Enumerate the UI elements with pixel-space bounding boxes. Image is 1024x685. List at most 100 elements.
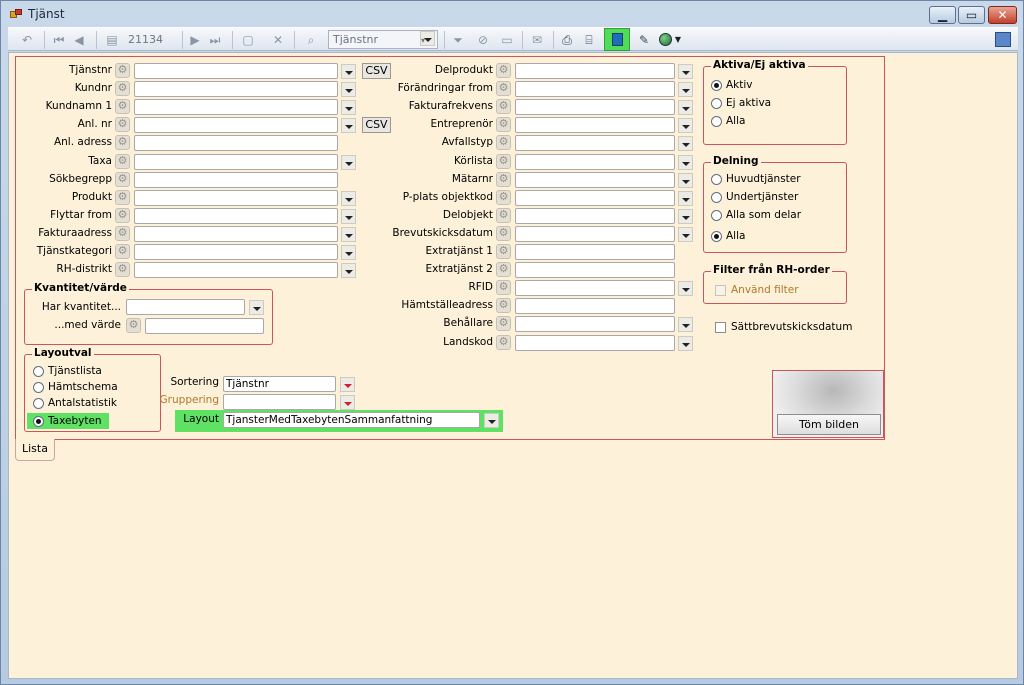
- chevron-down-icon[interactable]: [341, 191, 356, 206]
- clear-filter-icon[interactable]: ⊘: [474, 31, 492, 49]
- field-input[interactable]: [515, 154, 675, 170]
- gear-icon[interactable]: [115, 99, 130, 114]
- gear-icon[interactable]: [496, 244, 511, 259]
- print-icon[interactable]: ⎙: [559, 31, 575, 49]
- export-button[interactable]: [604, 28, 630, 51]
- gear-icon[interactable]: [496, 63, 511, 78]
- radio-button[interactable]: [711, 210, 722, 221]
- gear-icon[interactable]: [126, 318, 141, 333]
- filter-icon[interactable]: ⏷: [448, 31, 468, 49]
- field-input[interactable]: [515, 280, 675, 296]
- chevron-down-icon[interactable]: [678, 82, 693, 97]
- gear-icon[interactable]: [496, 99, 511, 114]
- gear-icon[interactable]: [496, 316, 511, 331]
- gear-icon[interactable]: [496, 208, 511, 223]
- field-input[interactable]: [515, 117, 675, 133]
- field-input[interactable]: [134, 99, 338, 115]
- field-input[interactable]: [515, 316, 675, 332]
- print-preview-icon[interactable]: ⌸: [581, 31, 597, 49]
- gear-icon[interactable]: [115, 154, 130, 169]
- gear-icon[interactable]: [115, 81, 130, 96]
- clear-image-button[interactable]: Töm bilden: [777, 414, 881, 435]
- gear-icon[interactable]: [115, 117, 130, 132]
- field-input[interactable]: [515, 63, 675, 79]
- tab-lista[interactable]: Lista: [15, 439, 55, 461]
- field-input[interactable]: [515, 99, 675, 115]
- chevron-down-icon[interactable]: [341, 209, 356, 224]
- field-input[interactable]: [134, 63, 338, 79]
- field-input[interactable]: [515, 298, 675, 314]
- radio-button[interactable]: [711, 174, 722, 185]
- anvand-filter-checkbox[interactable]: [715, 285, 726, 296]
- gruppering-dropdown[interactable]: [340, 395, 355, 410]
- chevron-down-icon[interactable]: [341, 100, 356, 115]
- field-input[interactable]: [515, 262, 675, 278]
- chevron-down-icon[interactable]: [678, 118, 693, 133]
- field-input[interactable]: [515, 172, 675, 188]
- search-field-select[interactable]: Tjänstnr ▾: [328, 30, 438, 49]
- field-input[interactable]: [134, 190, 338, 206]
- layout-select[interactable]: TjansterMedTaxebytenSammanfattning: [223, 412, 480, 428]
- gear-icon[interactable]: [115, 262, 130, 277]
- radio-button[interactable]: [33, 398, 44, 409]
- chevron-down-icon[interactable]: [678, 191, 693, 206]
- next-record-icon[interactable]: ▶: [188, 31, 202, 49]
- chevron-down-icon[interactable]: [341, 245, 356, 260]
- chevron-down-icon[interactable]: [678, 173, 693, 188]
- gear-icon[interactable]: [496, 81, 511, 96]
- chevron-down-icon[interactable]: [341, 118, 356, 133]
- maximize-button[interactable]: ▭: [958, 6, 985, 24]
- field-input[interactable]: [134, 262, 338, 278]
- med-varde-input[interactable]: [145, 318, 264, 334]
- close-button[interactable]: ✕: [988, 6, 1017, 24]
- gear-icon[interactable]: [496, 117, 511, 132]
- field-input[interactable]: [134, 154, 338, 170]
- chevron-down-icon[interactable]: [341, 82, 356, 97]
- radio-button[interactable]: [711, 231, 722, 242]
- chevron-down-icon[interactable]: [678, 100, 693, 115]
- gear-icon[interactable]: [496, 172, 511, 187]
- field-input[interactable]: [134, 172, 338, 188]
- delete-icon[interactable]: ✕: [270, 31, 286, 49]
- field-input[interactable]: [515, 135, 675, 151]
- mail-icon[interactable]: ✉: [528, 31, 546, 49]
- gear-icon[interactable]: [115, 63, 130, 78]
- gear-icon[interactable]: [115, 172, 130, 187]
- chevron-down-icon[interactable]: [678, 136, 693, 151]
- settings-icon[interactable]: [995, 32, 1011, 47]
- gruppering-select[interactable]: [223, 394, 336, 410]
- field-input[interactable]: [515, 81, 675, 97]
- chevron-down-icon[interactable]: [678, 336, 693, 351]
- chevron-down-icon[interactable]: [341, 64, 356, 79]
- sortering-select[interactable]: Tjänstnr: [223, 376, 336, 392]
- field-input[interactable]: [515, 190, 675, 206]
- chevron-down-icon[interactable]: [678, 155, 693, 170]
- gear-icon[interactable]: [496, 280, 511, 295]
- gear-icon[interactable]: [115, 208, 130, 223]
- find-icon[interactable]: ⌕: [302, 31, 320, 49]
- globe-icon[interactable]: [659, 33, 672, 46]
- gear-icon[interactable]: [496, 262, 511, 277]
- radio-button[interactable]: [711, 98, 722, 109]
- field-input[interactable]: [515, 208, 675, 224]
- chevron-down-icon[interactable]: [341, 227, 356, 242]
- chevron-down-icon[interactable]: [341, 263, 356, 278]
- har-kvantitet-dropdown[interactable]: [249, 300, 264, 315]
- field-input[interactable]: [134, 226, 338, 242]
- radio-button[interactable]: [33, 366, 44, 377]
- gear-icon[interactable]: [115, 190, 130, 205]
- field-input[interactable]: [515, 244, 675, 260]
- gear-icon[interactable]: [115, 135, 130, 150]
- gear-icon[interactable]: [115, 244, 130, 259]
- radio-button[interactable]: [33, 382, 44, 393]
- har-kvantitet-input[interactable]: [126, 299, 245, 315]
- label-icon[interactable]: ✎: [634, 31, 654, 49]
- chevron-down-icon[interactable]: [678, 317, 693, 332]
- chevron-down-icon[interactable]: ▼: [674, 31, 682, 49]
- field-input[interactable]: [134, 117, 338, 133]
- previous-record-icon[interactable]: ◀: [72, 31, 86, 49]
- radio-button[interactable]: [711, 192, 722, 203]
- chevron-down-icon[interactable]: [678, 209, 693, 224]
- gear-icon[interactable]: [496, 335, 511, 350]
- layout-dropdown[interactable]: [484, 413, 499, 428]
